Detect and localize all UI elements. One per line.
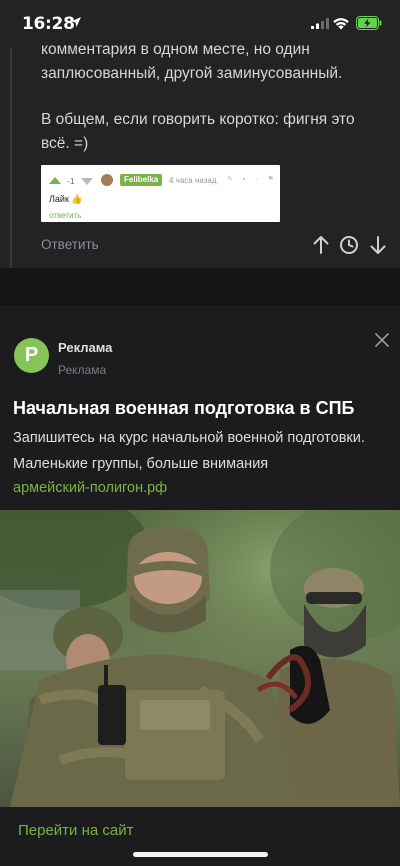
embedded-comment-body: Лайк 👍: [49, 194, 83, 204]
embedded-reply-link: ответить: [49, 211, 82, 220]
embedded-comment-header: -1 Felibelka 4 часа назад ✎ ▪ ◦ ⚑: [49, 174, 279, 188]
clock-icon[interactable]: [339, 235, 359, 255]
location-arrow-icon: [71, 17, 81, 27]
embedded-username: Felibelka: [120, 174, 163, 186]
battery-charging-icon: [356, 16, 382, 30]
reply-button[interactable]: Ответить: [41, 237, 99, 252]
comment-text-paragraph-1: комментария в одном месте, но один заплю…: [41, 41, 343, 82]
comment-text-paragraph-2: В общем, если говорить коротко: фигня эт…: [41, 111, 355, 152]
arrow-up-icon[interactable]: [312, 235, 330, 255]
thread-line[interactable]: [10, 48, 12, 268]
close-icon[interactable]: [373, 331, 391, 349]
cellular-signal-icon: [311, 18, 329, 29]
embedded-score: -1: [67, 176, 75, 186]
ad-photo[interactable]: [0, 510, 400, 807]
visit-site-button[interactable]: Перейти на сайт: [18, 822, 134, 839]
ad-title[interactable]: Начальная военная подготовка в СПБ: [13, 398, 354, 419]
advertiser-logo: P: [14, 338, 49, 373]
comment-tools-icons: ✎ ▪ ◦ ⚑: [227, 176, 278, 183]
avatar: [101, 174, 113, 186]
advertiser-subtitle: Реклама: [58, 363, 107, 377]
home-indicator[interactable]: [133, 852, 268, 857]
ad-domain-link[interactable]: армейский-полигон.рф: [13, 480, 167, 496]
downvote-icon: [81, 178, 93, 185]
wifi-icon: [333, 18, 349, 30]
feed-divider: [0, 268, 400, 305]
arrow-down-icon[interactable]: [369, 235, 387, 255]
comment-block: комментария в одном месте, но один заплю…: [0, 41, 400, 268]
advertiser-name: Реклама: [58, 340, 113, 355]
embedded-comment-image[interactable]: -1 Felibelka 4 часа назад ✎ ▪ ◦ ⚑ Лайк 👍…: [41, 165, 280, 222]
ad-block[interactable]: P Реклама Реклама Начальная военная подг…: [0, 305, 400, 866]
ad-description: Запишитесь на курс начальной военной под…: [13, 430, 365, 472]
status-time: 16:28: [22, 14, 75, 34]
embedded-time-ago: 4 часа назад: [169, 176, 217, 185]
upvote-icon: [49, 177, 61, 184]
